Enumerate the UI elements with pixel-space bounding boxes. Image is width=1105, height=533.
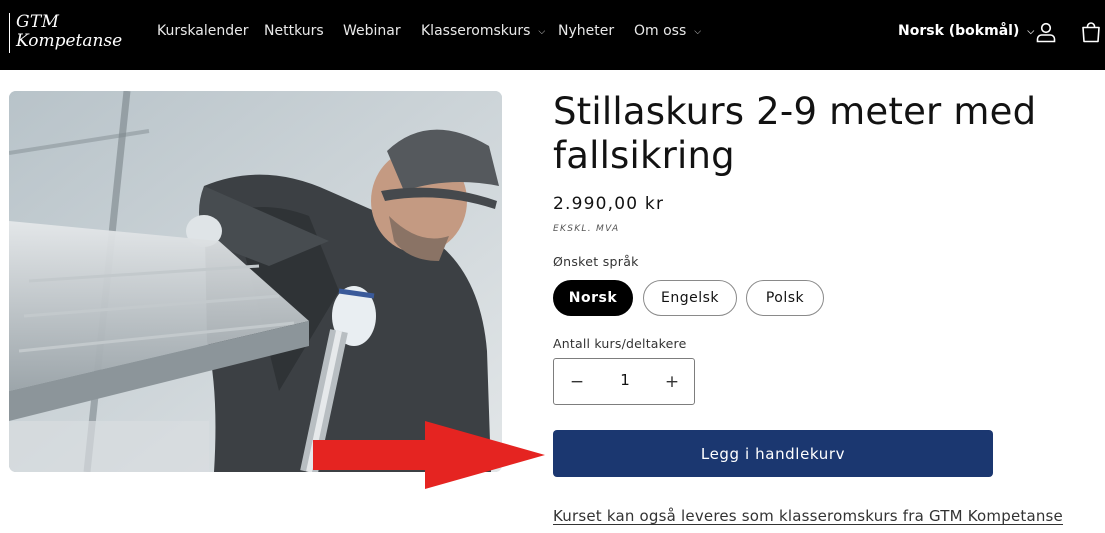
user-icon[interactable]	[1034, 20, 1058, 46]
quantity-input[interactable]: 1	[602, 371, 648, 389]
nav-item-label: Nettkurs	[264, 23, 324, 39]
nav-item-label: Kurskalender	[157, 23, 249, 39]
language-option-label: Ønsket språk	[553, 254, 639, 269]
add-to-cart-button[interactable]: Legg i handlekurv	[553, 430, 993, 477]
language-selector[interactable]: Norsk (bokmål) ⌵	[898, 23, 1034, 39]
language-option-text: Norsk	[568, 290, 618, 306]
site-header: GTM Kompetanse Kurskalender Nettkurs Web…	[0, 0, 1105, 70]
chevron-down-icon: ⌵	[538, 27, 546, 37]
language-option-polsk[interactable]: Polsk	[746, 280, 824, 316]
product-price: 2.990,00 kr	[553, 194, 665, 214]
nav-item-webinar[interactable]: Webinar	[343, 23, 401, 39]
nav-item-nyheter[interactable]: Nyheter	[558, 23, 614, 39]
language-selector-label: Norsk (bokmål)	[898, 23, 1020, 39]
cart-icon[interactable]	[1079, 20, 1103, 46]
quantity-increase-button[interactable]: +	[657, 367, 687, 397]
classroom-course-link[interactable]: Kurset kan også leveres som klasseromsku…	[553, 507, 1063, 525]
product-image	[9, 91, 502, 472]
language-option-text: Engelsk	[660, 290, 719, 306]
red-arrow-icon	[313, 421, 545, 489]
product-title: Stillaskurs 2-9 meter med fallsikring	[553, 90, 1037, 177]
nav-item-klasseromskurs[interactable]: Klasseromskurs ⌵	[421, 23, 545, 39]
logo-line-1: GTM	[16, 12, 60, 32]
nav-item-label: Nyheter	[558, 23, 615, 39]
product-photo	[9, 91, 502, 472]
quantity-decrease-button[interactable]: −	[562, 367, 592, 397]
nav-item-om-oss[interactable]: Om oss ⌵	[634, 23, 701, 39]
nav-item-label: Klasseromskurs	[421, 23, 531, 39]
chevron-down-icon: ⌵	[694, 27, 702, 37]
nav-item-nettkurs[interactable]: Nettkurs	[264, 23, 324, 39]
quantity-label: Antall kurs/deltakere	[553, 336, 687, 351]
language-option-engelsk[interactable]: Engelsk	[643, 280, 737, 316]
tax-note: EKSKL. MVA	[553, 224, 620, 234]
nav-item-kurskalender[interactable]: Kurskalender	[157, 23, 248, 39]
quantity-stepper: − 1 +	[553, 358, 695, 405]
language-option-text: Polsk	[765, 290, 805, 306]
nav-item-label: Om oss	[634, 23, 687, 39]
logo-line-2: Kompetanse	[16, 31, 123, 51]
language-option-norsk[interactable]: Norsk	[553, 280, 633, 316]
nav-item-label: Webinar	[343, 23, 401, 39]
logo[interactable]: GTM Kompetanse	[9, 12, 123, 53]
